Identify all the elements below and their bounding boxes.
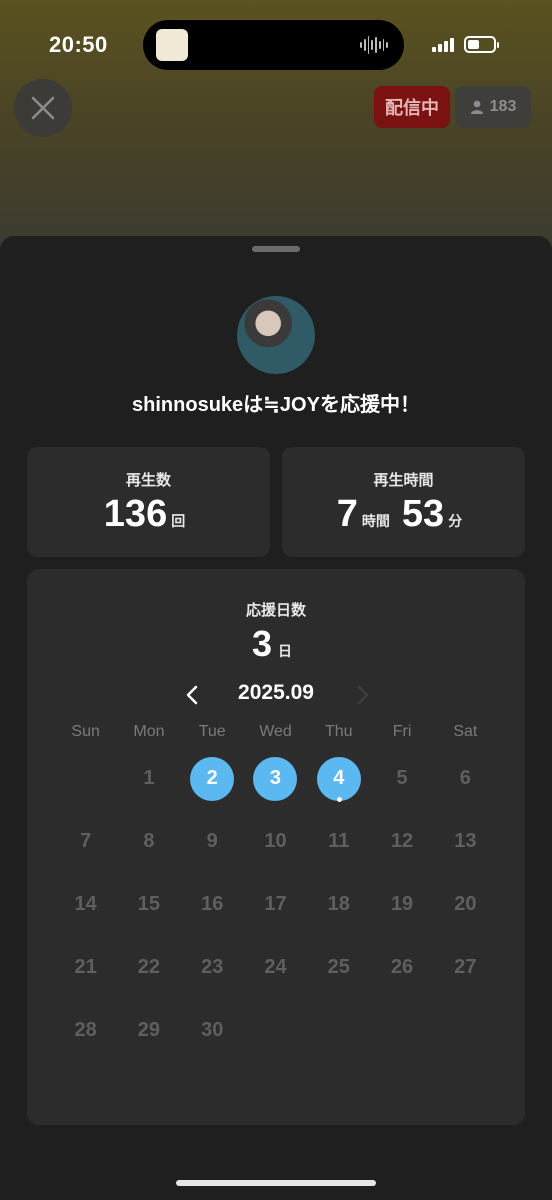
play-count-label: 再生数	[125, 472, 171, 489]
weekday-label: Thu	[324, 723, 353, 740]
support-stats-sheet: shinnosukeは≒JOYを応援中！ 再生数 136 回 再生時間 7 時間…	[0, 236, 552, 1200]
calendar-day[interactable]: 4	[307, 747, 370, 810]
calendar-day: 6	[459, 767, 471, 789]
play-time-hours: 7	[336, 493, 358, 535]
calendar-day: 30	[201, 1019, 224, 1041]
calendar-days-grid: 1 2 3 4 5 6 7 8 9 10 11 12 13 14 15 16 17 18 19 20 21 22 23 24 2…	[54, 747, 497, 1062]
calendar-day: 17	[264, 893, 287, 915]
play-time-minutes-unit: 分	[448, 513, 463, 529]
support-headline: shinnosukeは≒JOYを応援中！	[132, 394, 420, 416]
calendar-day: 22	[137, 956, 161, 978]
cellular-signal-icon	[432, 36, 458, 52]
support-days-value: 3	[251, 623, 273, 664]
sheet-drag-handle[interactable]	[252, 246, 300, 252]
play-time-label: 再生時間	[373, 472, 434, 489]
calendar-day: 21	[74, 956, 97, 978]
calendar-day: 12	[390, 830, 414, 852]
supported-day-marker: 3	[253, 756, 298, 801]
calendar-day: 15	[137, 893, 161, 915]
month-navigation: 2025.09	[27, 679, 525, 711]
play-time-hours-unit: 時間	[361, 513, 390, 529]
weekday-label: Tue	[198, 723, 226, 740]
close-icon	[31, 96, 55, 120]
home-indicator[interactable]	[176, 1180, 376, 1186]
viewer-count: 183	[489, 98, 517, 115]
battery-level	[468, 40, 479, 49]
play-time-card: 再生時間 7 時間 53 分	[282, 447, 525, 557]
dynamic-island[interactable]	[143, 20, 404, 70]
play-count-value-row: 136 回	[27, 493, 270, 536]
now-playing-artwork	[156, 29, 188, 61]
person-icon	[470, 100, 483, 114]
battery-icon	[464, 36, 499, 53]
calendar-day: 18	[327, 893, 350, 915]
live-status-badge: 配信中	[374, 86, 450, 128]
calendar-day: 24	[264, 956, 287, 978]
status-bar: 20:50	[0, 0, 552, 90]
calendar-day: 11	[328, 830, 350, 852]
weekday-label: Sun	[71, 723, 100, 740]
weekday-label: Mon	[133, 723, 165, 740]
calendar-day: 27	[454, 956, 477, 978]
calendar-day[interactable]: 3	[244, 747, 307, 810]
calendar-day: 8	[143, 830, 155, 852]
avatar	[237, 296, 315, 374]
calendar-empty-cell	[54, 747, 117, 810]
weekday-header-row: Sun Mon Tue Wed Thu Fri Sat	[54, 723, 497, 741]
play-count-value: 136	[103, 493, 168, 535]
next-month-button[interactable]	[349, 679, 377, 711]
calendar-day: 29	[137, 1019, 161, 1041]
calendar-day: 7	[80, 830, 92, 852]
calendar-day: 16	[201, 893, 224, 915]
calendar-day: 13	[454, 830, 477, 852]
weekday-label: Sat	[453, 723, 478, 740]
status-time: 20:50	[49, 32, 108, 57]
support-days-value-row: 3 日	[27, 623, 525, 665]
calendar-day: 10	[264, 830, 287, 852]
chevron-right-icon	[357, 685, 369, 705]
play-count-unit: 回	[171, 513, 186, 529]
supported-day-marker: 2	[190, 756, 235, 801]
close-button[interactable]	[14, 79, 72, 137]
calendar-day: 1	[143, 767, 155, 789]
calendar-day: 25	[327, 956, 350, 978]
calendar-day: 9	[206, 830, 218, 852]
supported-day-marker: 4	[316, 756, 361, 801]
play-count-card: 再生数 136 回	[27, 447, 270, 557]
play-time-minutes: 53	[401, 493, 445, 535]
support-days-unit: 日	[278, 643, 293, 659]
play-time-value-row: 7 時間 53 分	[282, 493, 525, 536]
calendar-day: 26	[390, 956, 414, 978]
today-indicator-dot	[336, 797, 342, 802]
calendar-day: 23	[201, 956, 224, 978]
viewer-count-badge[interactable]: 183	[455, 86, 531, 128]
calendar-day: 5	[396, 767, 408, 789]
weekday-label: Wed	[259, 723, 292, 740]
audio-wave-icon	[360, 35, 388, 55]
calendar-day: 19	[390, 893, 414, 915]
calendar-day: 20	[454, 893, 477, 915]
calendar-day[interactable]: 2	[181, 747, 244, 810]
support-days-label: 応援日数	[245, 602, 306, 619]
calendar-day: 14	[74, 893, 97, 915]
weekday-label: Fri	[392, 723, 412, 740]
calendar-day: 28	[74, 1019, 97, 1041]
current-month: 2025.09	[238, 681, 314, 704]
support-days-calendar-card: 応援日数 3 日 2025.09 Sun Mon Tue Wed Thu Fri Sat 1…	[27, 569, 525, 1125]
